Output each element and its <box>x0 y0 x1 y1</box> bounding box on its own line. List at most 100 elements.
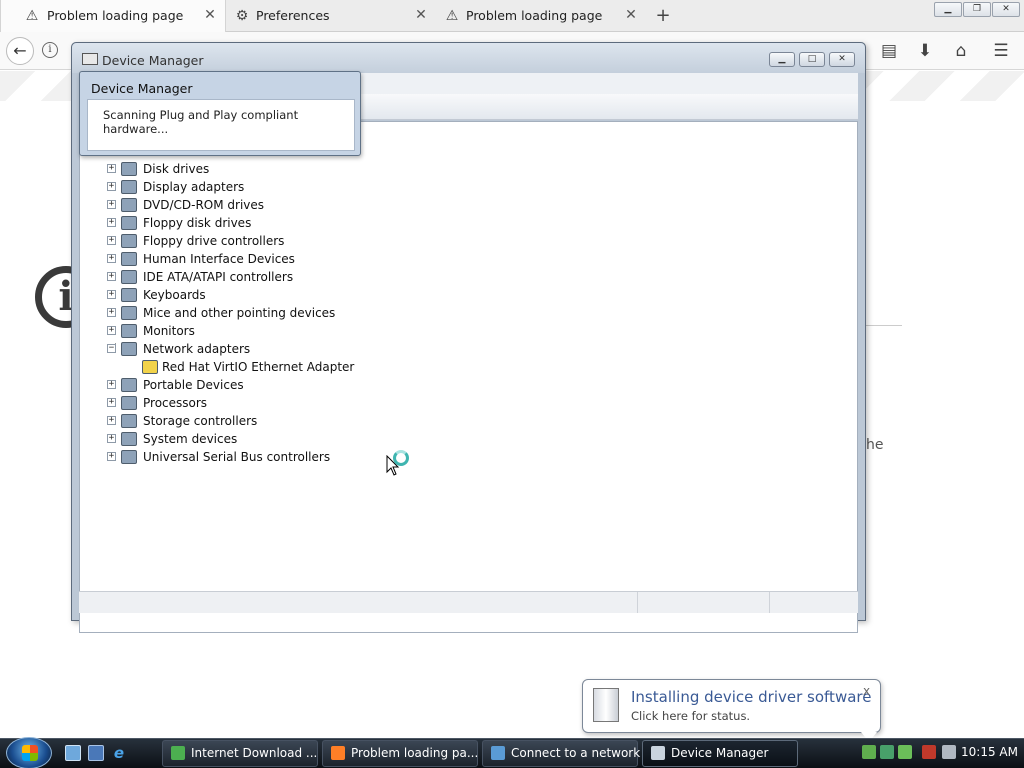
taskbar-item-connect-network[interactable]: Connect to a network <box>482 740 641 767</box>
tree-category-item[interactable]: + Keyboards <box>0 286 600 304</box>
expand-icon[interactable]: + <box>107 434 116 443</box>
tree-category-item[interactable]: + Disk drives <box>0 160 600 178</box>
close-window-button[interactable]: ✕ <box>992 2 1020 17</box>
close-button[interactable]: ✕ <box>829 52 855 67</box>
home-icon[interactable]: ⌂ <box>950 40 972 62</box>
expand-icon[interactable]: + <box>107 164 116 173</box>
tray-volume-muted-icon[interactable] <box>942 745 956 759</box>
tree-item-label: Display adapters <box>143 180 245 194</box>
expand-icon[interactable]: + <box>107 182 116 191</box>
menu-icon[interactable]: ☰ <box>990 40 1012 62</box>
close-icon[interactable]: x <box>863 684 870 698</box>
expand-icon[interactable]: + <box>107 218 116 227</box>
device-manager-titlebar[interactable]: Device Manager ▁ □ ✕ <box>72 43 865 73</box>
tab-problem-loading-1[interactable]: ⚠ Problem loading page ✕ <box>0 0 226 32</box>
close-tab-icon[interactable]: ✕ <box>414 7 428 23</box>
monitor-icon <box>121 324 137 338</box>
expand-icon[interactable]: + <box>107 236 116 245</box>
scanning-popup: Device Manager Scanning Plug and Play co… <box>79 71 361 156</box>
minimize-button[interactable]: ▁ <box>769 52 795 67</box>
error-page-text: he <box>866 437 884 453</box>
device-manager-icon <box>82 53 98 65</box>
maximize-button[interactable]: □ <box>799 52 825 67</box>
floppy-drive-icon <box>121 216 137 230</box>
taskbar-item-device-manager[interactable]: Device Manager <box>642 740 798 767</box>
internet-explorer-icon[interactable]: e <box>111 745 127 761</box>
expand-icon[interactable]: + <box>107 290 116 299</box>
tree-category-item[interactable]: + Universal Serial Bus controllers <box>0 448 600 466</box>
tray-idm-icon[interactable] <box>880 745 894 759</box>
tree-item-label: Human Interface Devices <box>143 252 295 266</box>
tree-category-item[interactable]: + IDE ATA/ATAPI controllers <box>0 268 600 286</box>
tray-network-icon[interactable] <box>862 745 876 759</box>
tray-network-disconnected-icon[interactable] <box>922 745 936 759</box>
expand-icon[interactable]: + <box>107 398 116 407</box>
status-cell <box>769 592 857 613</box>
tray-update-icon[interactable] <box>898 745 912 759</box>
dvd-drive-icon <box>121 198 137 212</box>
tree-category-item[interactable]: + Floppy drive controllers <box>0 232 600 250</box>
tree-category-item[interactable]: + Storage controllers <box>0 412 600 430</box>
tree-category-item[interactable]: + Human Interface Devices <box>0 250 600 268</box>
expand-icon[interactable]: + <box>107 200 116 209</box>
ide-controller-icon <box>121 270 137 284</box>
firefox-icon <box>331 746 345 760</box>
tree-item-label: Floppy disk drives <box>143 216 252 230</box>
download-icon[interactable]: ⬇ <box>914 40 936 62</box>
popup-body: Scanning Plug and Play compliant hardwar… <box>87 99 355 151</box>
expand-icon[interactable]: + <box>107 308 116 317</box>
tree-category-item[interactable]: − Network adapters <box>0 340 600 358</box>
network-adapter-icon <box>121 342 137 356</box>
taskbar-item-label: Connect to a network <box>511 746 641 760</box>
tree-category-item[interactable]: + Mice and other pointing devices <box>0 304 600 322</box>
close-tab-icon[interactable]: ✕ <box>203 7 217 23</box>
close-tab-icon[interactable]: ✕ <box>624 7 638 23</box>
show-desktop-icon[interactable] <box>65 745 81 761</box>
mouse-icon <box>121 306 137 320</box>
taskbar-item-firefox[interactable]: Problem loading pa... <box>322 740 478 767</box>
expand-icon[interactable]: + <box>107 380 116 389</box>
tree-category-item[interactable]: + System devices <box>0 430 600 448</box>
reader-list-icon[interactable]: ▤ <box>878 40 900 62</box>
warning-icon: ⚠ <box>25 8 39 24</box>
expand-icon[interactable]: + <box>107 272 116 281</box>
portable-device-icon <box>121 378 137 392</box>
system-device-icon <box>121 432 137 446</box>
tree-category-item[interactable]: + Floppy disk drives <box>0 214 600 232</box>
tree-category-item[interactable]: + Monitors <box>0 322 600 340</box>
collapse-icon[interactable]: − <box>107 344 116 353</box>
new-tab-button[interactable]: + <box>652 5 674 27</box>
tab-problem-loading-2[interactable]: ⚠ Problem loading page ✕ <box>436 0 646 32</box>
tree-item-label: Red Hat VirtIO Ethernet Adapter <box>162 360 355 374</box>
tree-category-item[interactable]: + Processors <box>0 394 600 412</box>
tree-category-item[interactable]: + Portable Devices <box>0 376 600 394</box>
start-button[interactable] <box>6 737 52 768</box>
idm-icon <box>171 746 185 760</box>
tree-category-item[interactable]: + Display adapters <box>0 178 600 196</box>
driver-install-notification[interactable]: Installing device driver software Click … <box>582 679 881 742</box>
status-bar <box>79 591 858 613</box>
expand-icon[interactable]: + <box>107 326 116 335</box>
back-button[interactable]: ← <box>6 37 34 65</box>
minimize-button[interactable]: ▁ <box>934 2 962 17</box>
tree-item-label: IDE ATA/ATAPI controllers <box>143 270 294 284</box>
warning-adapter-icon <box>142 360 158 374</box>
taskbar-item-label: Device Manager <box>671 746 769 760</box>
expand-icon[interactable]: + <box>107 452 116 461</box>
taskbar-clock[interactable]: 10:15 AM <box>961 745 1018 759</box>
windows-logo-icon <box>22 745 38 761</box>
expand-icon[interactable]: + <box>107 254 116 263</box>
taskbar-item-label: Problem loading pa... <box>351 746 479 760</box>
expand-icon[interactable]: + <box>107 416 116 425</box>
tree-category-item[interactable]: + DVD/CD-ROM drives <box>0 196 600 214</box>
restore-button[interactable]: ❐ <box>963 2 991 17</box>
tree-item-label: Portable Devices <box>143 378 244 392</box>
site-info-icon[interactable]: i <box>42 42 58 58</box>
switch-windows-icon[interactable] <box>88 745 104 761</box>
taskbar-item-idm[interactable]: Internet Download ... <box>162 740 318 767</box>
tree-item-label: Disk drives <box>143 162 210 176</box>
tree-child-item[interactable]: Red Hat VirtIO Ethernet Adapter <box>0 358 600 376</box>
tab-preferences[interactable]: ⚙ Preferences ✕ <box>226 0 436 32</box>
tree-item-label: Keyboards <box>143 288 206 302</box>
status-cell <box>637 592 769 613</box>
